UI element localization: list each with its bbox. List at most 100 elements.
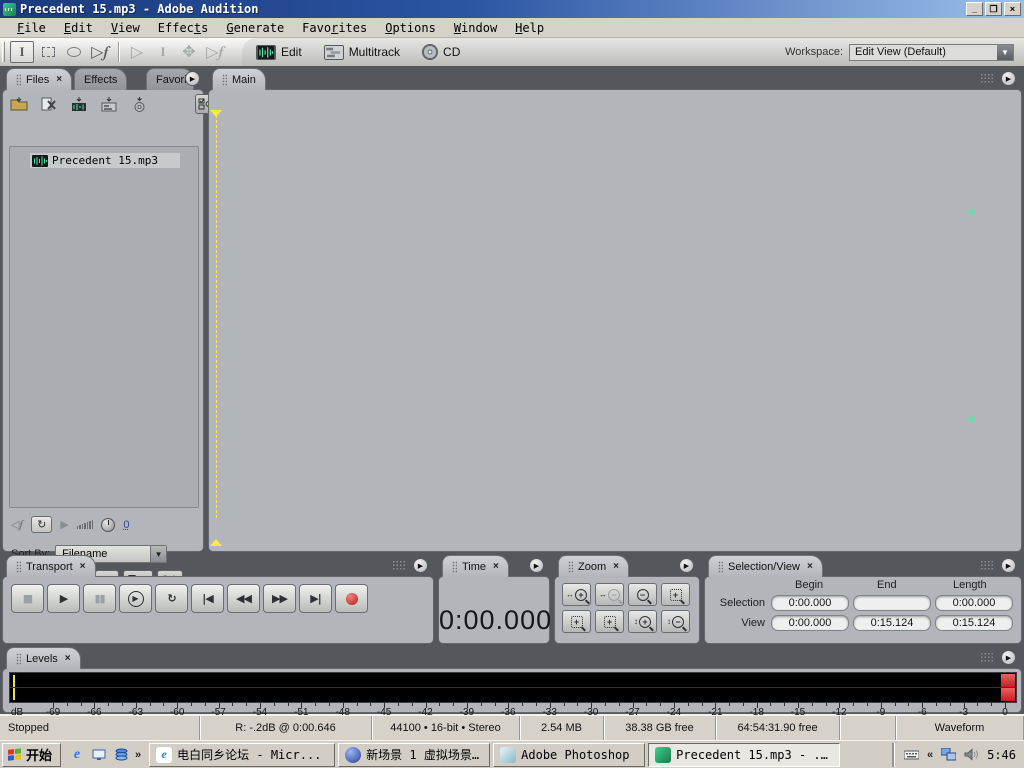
move-tool[interactable]: ✥ bbox=[177, 41, 201, 63]
chevron-down-icon[interactable]: ▼ bbox=[150, 546, 166, 562]
selection-begin-field[interactable]: 0:00.000 bbox=[771, 595, 849, 611]
close-button[interactable]: × bbox=[1004, 2, 1021, 16]
zoom-out-vertically-button[interactable]: ↕− bbox=[661, 610, 690, 633]
edit-tool[interactable]: I bbox=[151, 41, 175, 63]
menu-options[interactable]: Options bbox=[376, 19, 445, 37]
zoom-in-to-right-edge-button[interactable]: + bbox=[595, 610, 624, 633]
levels-tick bbox=[412, 703, 413, 706]
play-preview-button[interactable]: ▶ bbox=[60, 518, 68, 531]
pause-button[interactable]: ▮▮ bbox=[83, 584, 116, 613]
volume-bars-icon[interactable] bbox=[77, 520, 94, 529]
zoom-in-vertically-button[interactable]: ↕+ bbox=[628, 610, 657, 633]
minimize-button[interactable]: _ bbox=[966, 2, 983, 16]
task-label: 电白同乡论坛 - Micr... bbox=[177, 746, 321, 763]
menu-effects[interactable]: Effects bbox=[149, 19, 218, 37]
clip-indicator-right[interactable] bbox=[1001, 688, 1015, 701]
import-file-icon[interactable] bbox=[7, 94, 31, 114]
play-button[interactable]: ▶ bbox=[47, 584, 80, 613]
time-selection-tool[interactable]: I bbox=[10, 41, 34, 63]
file-list-item[interactable]: Precedent 15.mp3 bbox=[30, 153, 180, 168]
files-panel-menu-button[interactable]: ▶ bbox=[185, 71, 200, 86]
zoom-in-horizontally-arrow: ↔ bbox=[566, 590, 574, 599]
tab-effects[interactable]: Effects bbox=[74, 68, 127, 90]
levels-panel-menu-button[interactable]: ▶ bbox=[1001, 650, 1016, 665]
time-display[interactable]: 0:00.000 bbox=[439, 605, 549, 636]
clip-indicator-left[interactable] bbox=[1001, 674, 1015, 687]
network-status-icon[interactable] bbox=[941, 748, 956, 761]
keyboard-layout-icon[interactable] bbox=[904, 748, 919, 761]
multitrack-view-button[interactable]: Multitrack bbox=[324, 45, 400, 60]
fast-forward-button[interactable]: ▶▶ bbox=[263, 584, 296, 613]
workspace-dropdown[interactable]: Edit View (Default) ▼ bbox=[849, 44, 1014, 61]
playback-cursor[interactable] bbox=[216, 110, 217, 520]
menu-file[interactable]: File bbox=[8, 19, 55, 37]
mute-preview-icon[interactable]: ◁𝆑 bbox=[11, 518, 23, 532]
scrub-alt-tool[interactable]: ▷𝆑 bbox=[203, 41, 227, 63]
main-panel-menu-button[interactable]: ▶ bbox=[1001, 71, 1016, 86]
play-looped-button[interactable]: ↻ bbox=[155, 584, 188, 613]
insert-into-multitrack-icon[interactable] bbox=[67, 94, 91, 114]
insert-into-cd-list-icon[interactable] bbox=[97, 94, 121, 114]
chevron-down-icon[interactable]: ▼ bbox=[997, 45, 1013, 60]
task-button-3[interactable]: Adobe Photoshop bbox=[493, 743, 645, 767]
lasso-selection-tool[interactable] bbox=[62, 41, 86, 63]
tab-selection-view[interactable]: Selection/View× bbox=[708, 555, 823, 577]
zoom-to-selection-button[interactable]: + bbox=[661, 583, 690, 606]
loop-preview-button[interactable]: ↻ bbox=[31, 516, 52, 533]
media-player-icon[interactable] bbox=[113, 747, 129, 763]
view-end-field[interactable]: 0:15.124 bbox=[853, 615, 931, 631]
hybrid-tool[interactable]: ▷ bbox=[125, 41, 149, 63]
zoom-out-horizontally-button[interactable]: ↔− bbox=[595, 583, 624, 606]
menu-edit[interactable]: Edit bbox=[55, 19, 102, 37]
stop-button[interactable]: ■ bbox=[11, 584, 44, 613]
menu-generate[interactable]: Generate bbox=[217, 19, 293, 37]
view-begin-field[interactable]: 0:00.000 bbox=[771, 615, 849, 631]
close-files-icon[interactable] bbox=[37, 94, 61, 114]
time-panel-menu-button[interactable]: ▶ bbox=[529, 558, 544, 573]
selection-view-panel-menu-button[interactable]: ▶ bbox=[1001, 558, 1016, 573]
zoom-in-to-left-edge-button[interactable]: + bbox=[562, 610, 591, 633]
task-button-1[interactable]: e电白同乡论坛 - Micr... bbox=[149, 743, 335, 767]
volume-value[interactable]: 0 bbox=[123, 519, 129, 531]
insert-audio-into-cd-icon[interactable] bbox=[127, 94, 151, 114]
edit-view-button[interactable]: Edit bbox=[256, 45, 302, 60]
tab-time[interactable]: Time× bbox=[442, 555, 509, 577]
volume-knob[interactable] bbox=[101, 518, 115, 532]
play-from-cursor-button[interactable]: ▶ bbox=[119, 584, 152, 613]
rewind-button[interactable]: ◀◀ bbox=[227, 584, 260, 613]
go-to-beginning-button[interactable]: |◀ bbox=[191, 584, 224, 613]
tab-zoom[interactable]: Zoom× bbox=[558, 555, 629, 577]
task-button-2[interactable]: 新场景 1 虚拟场景... bbox=[338, 743, 490, 767]
volume-status-icon[interactable] bbox=[964, 748, 979, 761]
view-length-field[interactable]: 0:15.124 bbox=[935, 615, 1013, 631]
menu-window[interactable]: Window bbox=[445, 19, 506, 37]
menu-view[interactable]: View bbox=[102, 19, 149, 37]
collapse-tray-chevron[interactable]: « bbox=[927, 749, 933, 761]
cursor-top-marker[interactable] bbox=[210, 110, 222, 117]
tab-transport[interactable]: Transport× bbox=[6, 555, 96, 577]
show-desktop-icon[interactable] bbox=[91, 747, 107, 763]
tab-levels[interactable]: Levels× bbox=[6, 647, 81, 669]
menu-favorites[interactable]: Favorites bbox=[293, 19, 376, 37]
task-button-4[interactable]: Precedent 15.mp3 - ... bbox=[648, 743, 840, 767]
zoom-in-horizontally-button[interactable]: ↔+ bbox=[562, 583, 591, 606]
record-button[interactable] bbox=[335, 584, 368, 613]
zoom-out-full-both-axes-button[interactable]: − bbox=[628, 583, 657, 606]
menu-help[interactable]: Help bbox=[506, 19, 553, 37]
cd-view-button[interactable]: CD bbox=[422, 44, 460, 60]
restore-button[interactable]: ❐ bbox=[985, 2, 1002, 16]
tab-main[interactable]: Main bbox=[212, 68, 266, 90]
selection-length-field[interactable]: 0:00.000 bbox=[935, 595, 1013, 611]
internet-explorer-icon[interactable]: e bbox=[69, 747, 85, 763]
zoom-panel-menu-button[interactable]: ▶ bbox=[679, 558, 694, 573]
go-to-end-button[interactable]: ▶| bbox=[299, 584, 332, 613]
marquee-selection-tool[interactable] bbox=[36, 41, 60, 63]
selection-end-field[interactable] bbox=[853, 595, 931, 611]
tab-files[interactable]: Files× bbox=[6, 68, 72, 90]
cursor-bottom-marker[interactable] bbox=[210, 539, 222, 546]
start-button[interactable]: 开始 bbox=[2, 743, 61, 767]
scrub-tool[interactable]: ▷𝆑 bbox=[88, 41, 112, 63]
quick-launch-overflow-chevron[interactable]: » bbox=[135, 749, 141, 761]
levels-meter[interactable] bbox=[9, 672, 1017, 703]
transport-panel-menu-button[interactable]: ▶ bbox=[413, 558, 428, 573]
